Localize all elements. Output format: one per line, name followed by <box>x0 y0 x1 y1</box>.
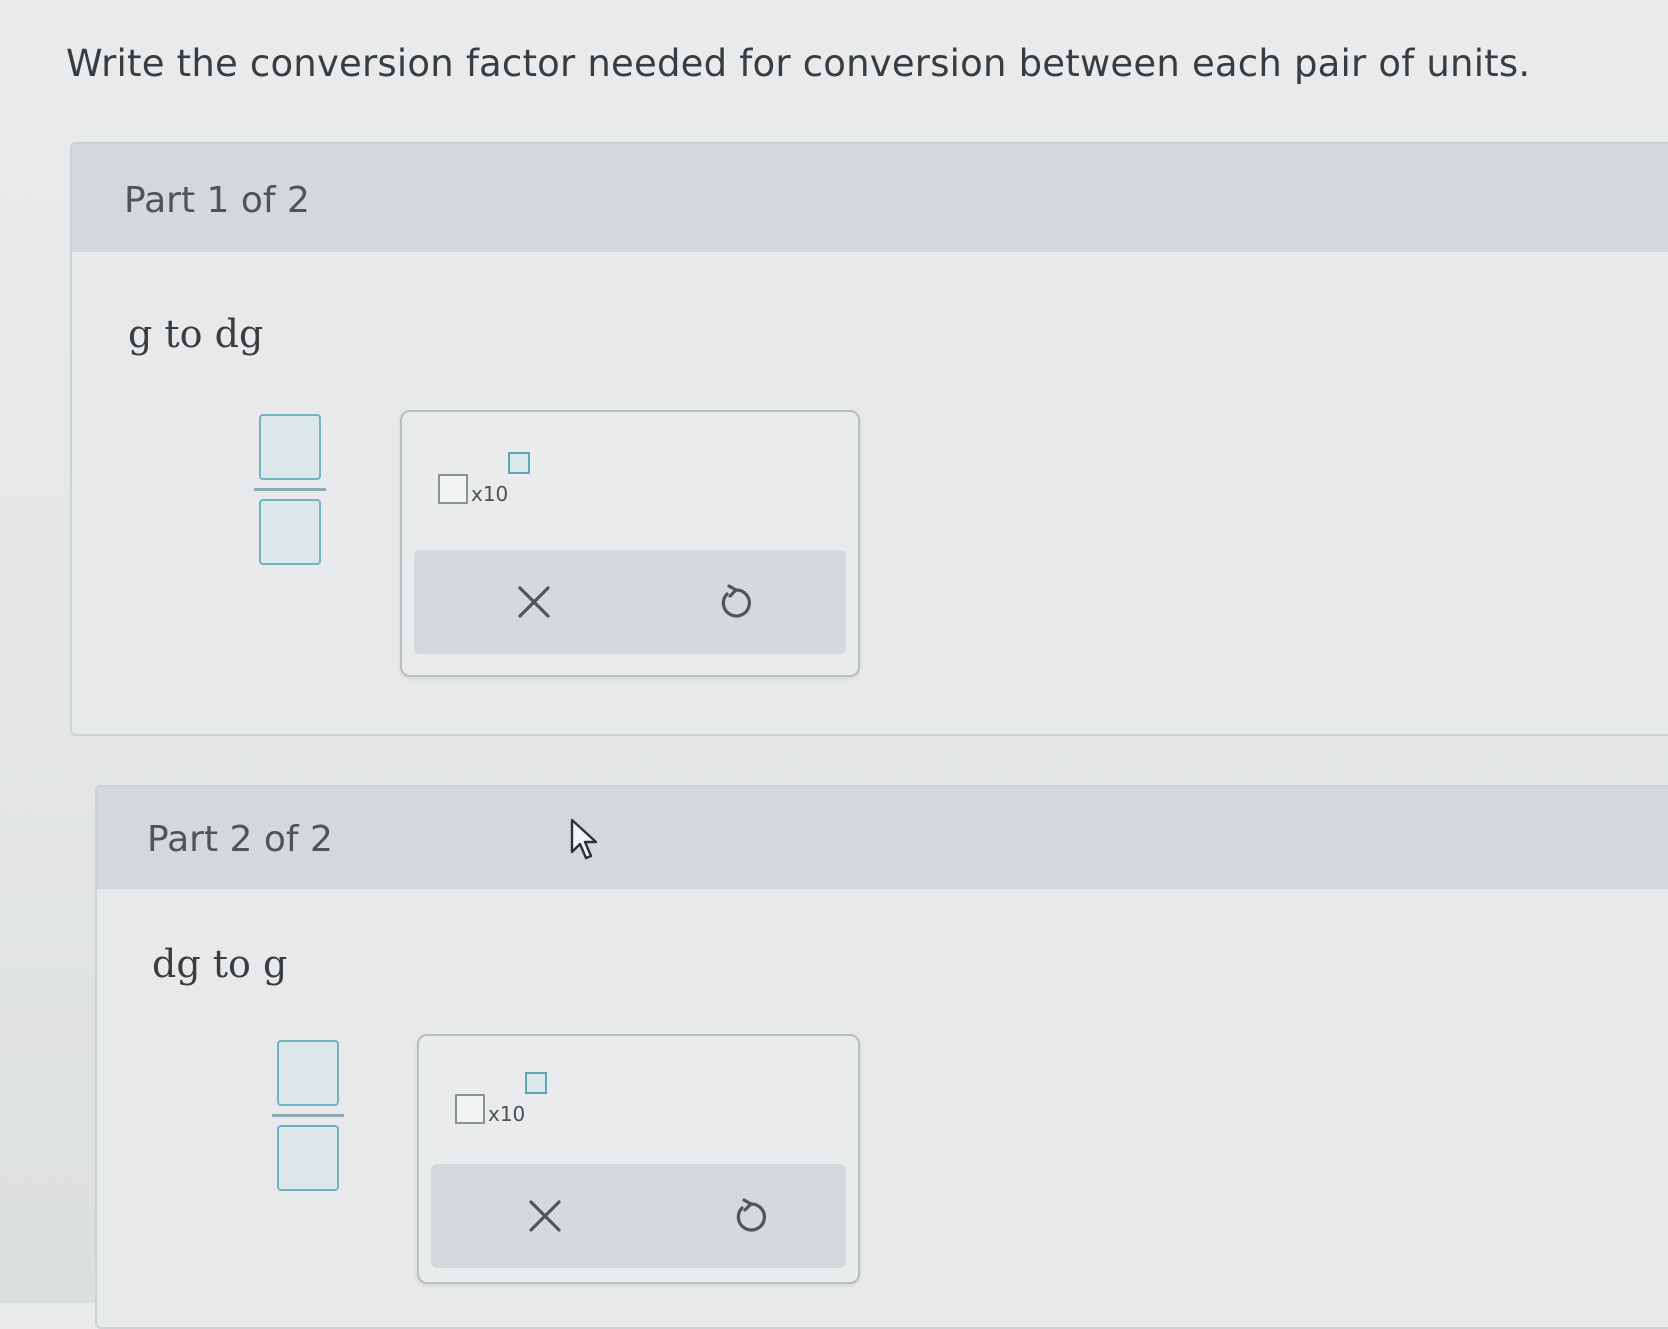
clear-icon <box>518 586 550 618</box>
part-2-math-toolbar: x10 <box>417 1034 860 1284</box>
part-1-header: Part 1 of 2 <box>72 144 1668 252</box>
part-1-math-toolbar: x10 <box>400 410 860 677</box>
denominator-input[interactable] <box>277 1125 339 1191</box>
part-2-fraction-input <box>272 1040 344 1191</box>
exponent-box-icon <box>525 1072 547 1094</box>
mouse-cursor-icon <box>570 818 598 860</box>
base-box-icon <box>455 1094 485 1124</box>
part-1-action-bar <box>414 550 846 654</box>
part-1-title: Part 1 of 2 <box>124 180 310 221</box>
undo-button[interactable] <box>706 572 766 632</box>
instruction-text: Write the conversion factor needed for c… <box>66 42 1531 85</box>
times-ten-label: x10 <box>488 1102 526 1126</box>
part-2-action-bar <box>431 1164 846 1268</box>
part-2-title: Part 2 of 2 <box>147 819 333 860</box>
undo-icon <box>736 1198 766 1232</box>
fraction-bar <box>272 1114 344 1117</box>
clear-button[interactable] <box>515 1186 575 1246</box>
exponent-box-icon <box>508 452 530 474</box>
times-ten-label: x10 <box>471 482 509 506</box>
part-1-prompt: g to dg <box>128 312 264 356</box>
clear-button[interactable] <box>504 572 564 632</box>
part-1-fraction-input <box>254 414 326 565</box>
numerator-input[interactable] <box>259 414 321 480</box>
base-box-icon <box>438 474 468 504</box>
denominator-input[interactable] <box>259 499 321 565</box>
undo-button[interactable] <box>721 1186 781 1246</box>
clear-icon <box>529 1200 561 1232</box>
part-2-prompt: dg to g <box>152 942 288 986</box>
undo-icon <box>721 584 751 618</box>
fraction-bar <box>254 488 326 491</box>
part-2-header: Part 2 of 2 <box>97 787 1668 889</box>
numerator-input[interactable] <box>277 1040 339 1106</box>
